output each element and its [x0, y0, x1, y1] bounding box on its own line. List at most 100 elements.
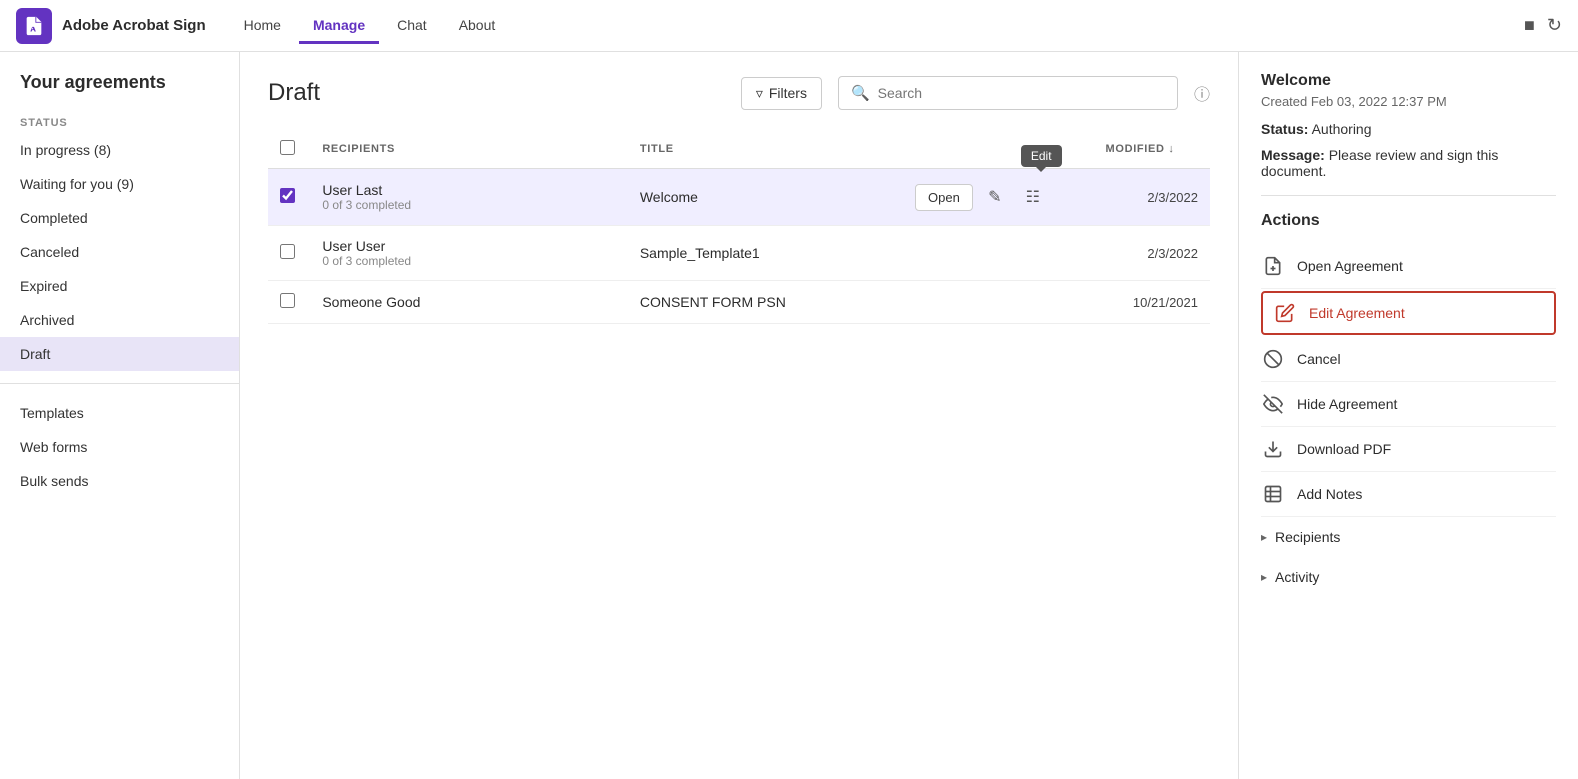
recipient-name: User Last: [322, 182, 616, 198]
sidebar-title: Your agreements: [0, 72, 239, 109]
row-check-cell: [268, 281, 310, 324]
row-actions-cell: [903, 281, 1094, 324]
filters-button[interactable]: ▿ Filters: [741, 77, 822, 110]
nav-logo: Adobe Acrobat Sign: [16, 8, 206, 44]
row-checkbox[interactable]: [280, 188, 295, 203]
recipient-sub: 0 of 3 completed: [322, 198, 616, 212]
collapsible-recipients[interactable]: ▸ Recipients: [1261, 517, 1556, 557]
table-row: User User 0 of 3 completed Sample_Templa…: [268, 226, 1210, 281]
action-item-download-pdf[interactable]: Download PDF: [1261, 427, 1556, 472]
row-modified: 10/21/2021: [1133, 295, 1198, 310]
recipient-sub: 0 of 3 completed: [322, 254, 616, 268]
panel-status-value: Authoring: [1312, 121, 1372, 137]
panel-divider: [1261, 195, 1556, 196]
sidebar-item-draft[interactable]: Draft: [0, 337, 239, 371]
hide-icon: [1261, 392, 1285, 416]
right-panel: Welcome Created Feb 03, 2022 12:37 PM St…: [1238, 52, 1578, 779]
main-title: Draft: [268, 79, 725, 107]
select-all-checkbox[interactable]: [280, 140, 295, 155]
action-item-open-agreement[interactable]: Open Agreement: [1261, 244, 1556, 289]
main-content: Draft ▿ Filters 🔍 ⓘ Recipients Title: [240, 52, 1238, 779]
row-title: Sample_Template1: [640, 245, 760, 261]
search-input[interactable]: [878, 85, 1165, 101]
agreements-table: Recipients Title Modified ↓ User Last 0 …: [268, 130, 1210, 324]
panel-date: Created Feb 03, 2022 12:37 PM: [1261, 94, 1556, 109]
refresh-icon[interactable]: ↻: [1547, 15, 1562, 36]
row-title-cell: Sample_Template1: [628, 226, 903, 281]
recipient-name: Someone Good: [322, 294, 616, 310]
sidebar-item-archived[interactable]: Archived: [0, 303, 239, 337]
panel-actions-title: Actions: [1261, 212, 1556, 230]
sidebar-item-web-forms[interactable]: Web forms: [0, 430, 239, 464]
collapsible-activity-label: Activity: [1275, 569, 1319, 585]
action-label-cancel: Cancel: [1297, 351, 1341, 367]
row-title: Welcome: [640, 189, 698, 205]
filter-icon: ▿: [756, 85, 763, 102]
row-check-cell: [268, 226, 310, 281]
panel-message-row: Message: Please review and sign this doc…: [1261, 147, 1556, 179]
row-recipients-cell: User Last 0 of 3 completed: [310, 169, 628, 226]
sidebar-item-waiting[interactable]: Waiting for you (9): [0, 167, 239, 201]
app-brand: Adobe Acrobat Sign: [62, 17, 206, 34]
top-nav: Adobe Acrobat Sign Home Manage Chat Abou…: [0, 0, 1578, 52]
row-modified-cell: 10/21/2021: [1094, 281, 1210, 324]
row-recipients-cell: User User 0 of 3 completed: [310, 226, 628, 281]
notes-icon: [1261, 482, 1285, 506]
edit-agreement-icon: [1273, 301, 1297, 325]
row-actions: Open Edit ✎ ☷: [915, 181, 1082, 213]
layout: Your agreements STATUS In progress (8) W…: [0, 52, 1578, 779]
row-checkbox[interactable]: [280, 244, 295, 259]
sidebar-divider: [0, 383, 239, 384]
nav-home[interactable]: Home: [230, 9, 295, 44]
sidebar-item-templates[interactable]: Templates: [0, 396, 239, 430]
nav-right: ■ ↻: [1524, 15, 1562, 36]
panel-status-row: Status: Authoring: [1261, 121, 1556, 137]
panel-title: Welcome: [1261, 72, 1556, 90]
nav-manage[interactable]: Manage: [299, 9, 379, 44]
action-label-edit: Edit Agreement: [1309, 305, 1405, 321]
row-check-cell: [268, 169, 310, 226]
edit-icon-button[interactable]: ✎: [979, 181, 1011, 213]
table-header-row: Recipients Title Modified ↓: [268, 130, 1210, 169]
row-title-cell: CONSENT FORM PSN: [628, 281, 903, 324]
help-icon[interactable]: ■: [1524, 15, 1535, 36]
nav-chat[interactable]: Chat: [383, 9, 441, 44]
col-header-title: Title: [628, 130, 903, 169]
action-item-hide-agreement[interactable]: Hide Agreement: [1261, 382, 1556, 427]
action-label-hide: Hide Agreement: [1297, 396, 1397, 412]
open-button[interactable]: Open: [915, 184, 973, 211]
action-item-add-notes[interactable]: Add Notes: [1261, 472, 1556, 517]
col-header-check: [268, 130, 310, 169]
action-item-edit-agreement[interactable]: Edit Agreement: [1261, 291, 1556, 335]
action-label-open: Open Agreement: [1297, 258, 1403, 274]
sidebar: Your agreements STATUS In progress (8) W…: [0, 52, 240, 779]
panel-status-label: Status:: [1261, 121, 1308, 137]
chevron-icon: ▸: [1261, 570, 1267, 584]
row-checkbox[interactable]: [280, 293, 295, 308]
info-icon[interactable]: ⓘ: [1194, 81, 1210, 105]
row-title-cell: Welcome: [628, 169, 903, 226]
col-header-actions: [903, 130, 1094, 169]
sidebar-item-completed[interactable]: Completed: [0, 201, 239, 235]
filters-label: Filters: [769, 85, 807, 101]
sidebar-item-canceled[interactable]: Canceled: [0, 235, 239, 269]
action-label-download: Download PDF: [1297, 441, 1391, 457]
panel-message-label: Message:: [1261, 147, 1325, 163]
col-header-recipients: Recipients: [310, 130, 628, 169]
row-modified: 2/3/2022: [1147, 246, 1198, 261]
collapsible-activity[interactable]: ▸ Activity: [1261, 557, 1556, 597]
download-icon: [1261, 437, 1285, 461]
row-recipients-cell: Someone Good: [310, 281, 628, 324]
sidebar-section-label: STATUS: [0, 109, 239, 133]
row-title: CONSENT FORM PSN: [640, 294, 786, 310]
table-row: User Last 0 of 3 completed Welcome Open …: [268, 169, 1210, 226]
notes-icon-button[interactable]: ☷: [1017, 181, 1049, 213]
sidebar-item-in-progress[interactable]: In progress (8): [0, 133, 239, 167]
action-item-cancel[interactable]: Cancel: [1261, 337, 1556, 382]
sidebar-item-bulk-sends[interactable]: Bulk sends: [0, 464, 239, 498]
sidebar-item-expired[interactable]: Expired: [0, 269, 239, 303]
open-agreement-icon: [1261, 254, 1285, 278]
collapsible-recipients-label: Recipients: [1275, 529, 1340, 545]
row-modified-cell: 2/3/2022: [1094, 169, 1210, 226]
nav-about[interactable]: About: [445, 9, 510, 44]
